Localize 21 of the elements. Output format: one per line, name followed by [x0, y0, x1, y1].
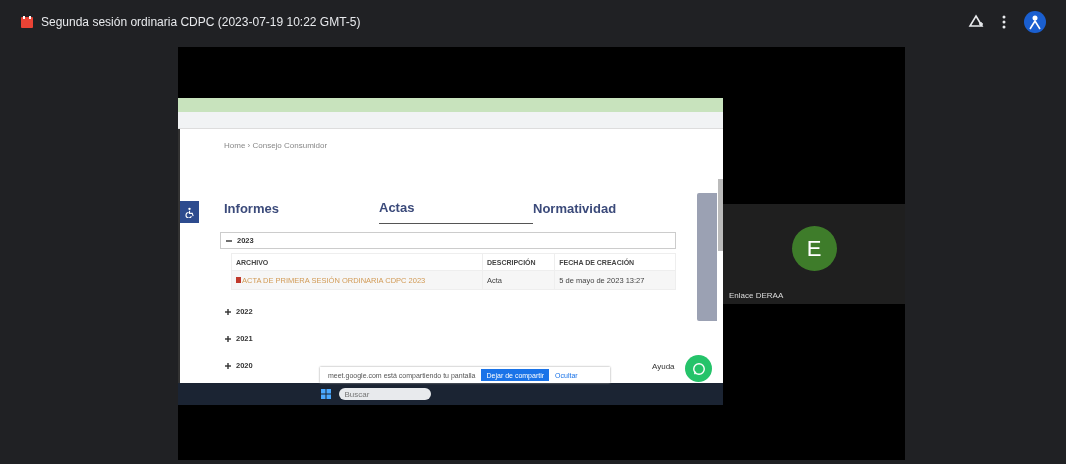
avatar-icon[interactable] [1024, 11, 1046, 33]
meeting-title: Segunda sesión ordinaria CDPC (2023-07-19 10:22 GMT-5) [41, 15, 361, 29]
accessibility-button[interactable] [180, 201, 199, 223]
participant-avatar: E [791, 226, 837, 271]
section-tab[interactable]: Actas [379, 200, 533, 224]
start-icon[interactable] [320, 389, 331, 399]
section-tab[interactable]: Informes [224, 200, 379, 224]
plus-icon [225, 335, 231, 342]
scrollbar[interactable] [718, 179, 723, 251]
calendar-icon [21, 16, 33, 28]
breadcrumb: Home › Consejo Consumidor [224, 141, 329, 150]
participant-name: Enlace DERAA [729, 290, 784, 300]
plus-icon [225, 308, 231, 315]
more-options-icon[interactable] [1002, 14, 1006, 30]
section-tab[interactable]: Normatividad [533, 200, 617, 224]
taskbar-search-field[interactable]: Buscar [338, 388, 431, 400]
document-icon [236, 276, 241, 283]
plus-icon [225, 362, 231, 369]
chat-bubble-icon [691, 361, 706, 376]
help-label: Ayuda [652, 362, 675, 371]
wheelchair-icon [184, 206, 195, 218]
